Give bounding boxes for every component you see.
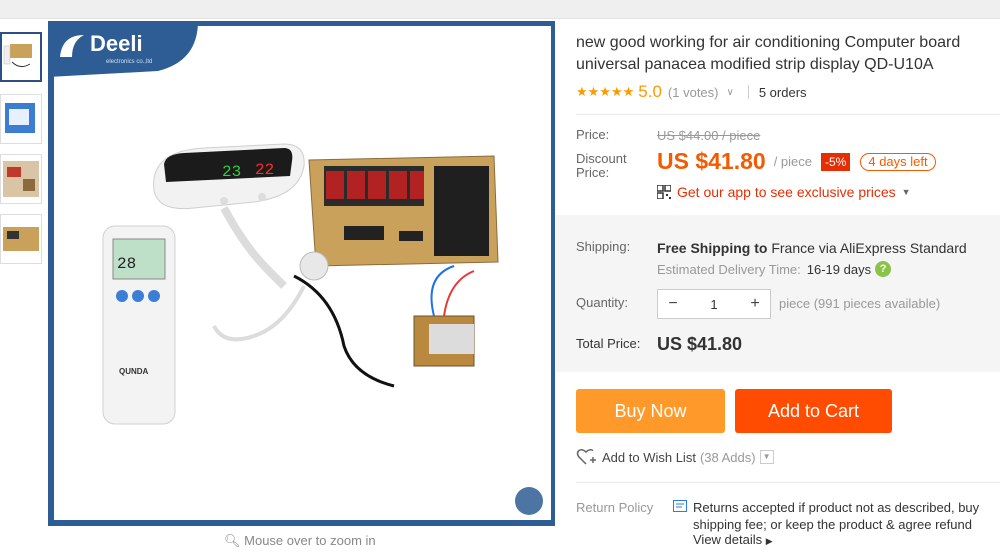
display-left-digits: 23: [222, 163, 241, 181]
return-policy-icon: [673, 500, 687, 512]
delivery-label: Estimated Delivery Time:: [657, 261, 801, 277]
add-to-cart-button[interactable]: Add to Cart: [735, 389, 892, 433]
buy-now-button[interactable]: Buy Now: [576, 389, 725, 433]
original-price: US $44.00 / piece: [657, 128, 761, 143]
delivery-row: Estimated Delivery Time: 16-19 days ?: [657, 261, 892, 277]
shipping-destination[interactable]: France via AliExpress Standard: [771, 240, 966, 256]
quantity-availability: piece (991 pieces available): [779, 296, 941, 311]
wish-list-row[interactable]: Add to Wish List (38 Adds) ▼: [576, 448, 774, 466]
quantity-label: Quantity:: [576, 295, 629, 310]
remote-display-digits: 28: [117, 255, 136, 273]
rating-row: ★★★★★ 5.0 (1 votes) ∨ 5 orders: [576, 82, 807, 102]
view-details-link[interactable]: View details ▶: [693, 532, 773, 547]
main-product-image[interactable]: 23 22 28 QUNDA: [48, 21, 555, 526]
brand-name: Deeli: [90, 31, 143, 56]
help-icon[interactable]: ?: [875, 261, 892, 277]
thumbnail-3[interactable]: [0, 154, 42, 204]
caret-down-icon[interactable]: ▼: [902, 187, 911, 197]
zoom-hint: 🔍︎ Mouse over to zoom in: [224, 533, 376, 549]
circuit-board-graphic: [308, 155, 499, 267]
days-left-badge: 4 days left: [860, 152, 936, 171]
delivery-days: 16-19 days: [806, 261, 872, 277]
watermark-logo: [515, 487, 543, 515]
caret-right-icon[interactable]: ▶: [766, 536, 773, 546]
quantity-decrease-button[interactable]: −: [658, 295, 688, 313]
orders-count: 5 orders: [758, 84, 807, 100]
shipping-label: Shipping:: [576, 239, 631, 254]
display-panel-graphic: 23 22: [153, 143, 305, 210]
discount-badge: -5%: [821, 152, 851, 171]
divider: [747, 85, 749, 99]
wish-list-count: (38 Adds): [699, 449, 756, 465]
star-rating-icon: ★★★★★: [576, 84, 635, 99]
total-price-value: US $41.80: [657, 334, 743, 354]
app-offer-text[interactable]: Get our app to see exclusive prices: [677, 184, 896, 200]
free-shipping-text: Free Shipping to: [657, 240, 768, 256]
votes-count[interactable]: (1 votes): [668, 85, 719, 100]
return-policy-text: Returns accepted if product not as descr…: [693, 499, 979, 533]
thumbnail-1[interactable]: [0, 32, 42, 82]
wish-list-link[interactable]: Add to Wish List: [602, 450, 696, 465]
shipping-value: Free Shipping to France via AliExpress S…: [657, 240, 967, 256]
transformer-graphic: [413, 265, 475, 367]
title-line-1: new good working for air conditioning Co…: [576, 34, 961, 51]
product-title: new good working for air conditioning Co…: [576, 32, 1000, 76]
quantity-input[interactable]: 1: [688, 297, 740, 312]
brand-subtitle: electronics co.,ltd: [106, 59, 152, 65]
app-offer-link[interactable]: Get our app to see exclusive prices ▼: [657, 184, 911, 200]
current-price: US $41.80: [657, 148, 766, 174]
remote-brand: QUNDA: [119, 367, 149, 376]
thumbnail-2[interactable]: [0, 94, 42, 144]
price-label: Price:: [576, 127, 610, 142]
remote-control-graphic: 28 QUNDA: [102, 225, 176, 425]
divider: [576, 114, 1000, 115]
qr-code-icon: [657, 185, 671, 199]
chevron-down-icon[interactable]: ∨: [727, 87, 734, 98]
rating-value: 5.0: [638, 82, 662, 101]
heart-plus-icon: [576, 449, 596, 465]
title-line-2: universal panacea modified strip display…: [576, 56, 934, 73]
price-row: US $41.80 / piece -5% 4 days left: [657, 148, 936, 175]
top-bar: [0, 0, 1000, 19]
zoom-hint-text: Mouse over to zoom in: [244, 533, 376, 548]
quantity-increase-button[interactable]: +: [740, 295, 770, 313]
display-right-digits: 22: [255, 161, 274, 179]
view-details-text[interactable]: View details: [693, 532, 762, 547]
magnifier-icon: 🔍︎: [224, 533, 241, 548]
brand-logo: Deeli electronics co.,ltd: [48, 21, 198, 77]
total-price-label: Total Price:: [576, 336, 641, 351]
product-photo: 23 22 28 QUNDA: [102, 143, 543, 515]
thumbnail-4[interactable]: [0, 214, 42, 264]
discount-price-label: Discount Price:: [576, 152, 627, 180]
quantity-stepper: − 1 +: [657, 289, 771, 319]
discount-label-line-1: Discount: [576, 151, 627, 166]
return-policy-line-1: Returns accepted if product not as descr…: [693, 500, 980, 515]
chevron-down-icon[interactable]: ▼: [759, 450, 774, 464]
per-piece-unit: / piece: [773, 154, 813, 169]
divider: [576, 482, 1000, 483]
return-policy-label: Return Policy: [576, 500, 654, 515]
discount-label-line-2: Price:: [576, 165, 610, 180]
return-policy-line-2: shipping fee; or keep the product & agre…: [693, 517, 972, 532]
